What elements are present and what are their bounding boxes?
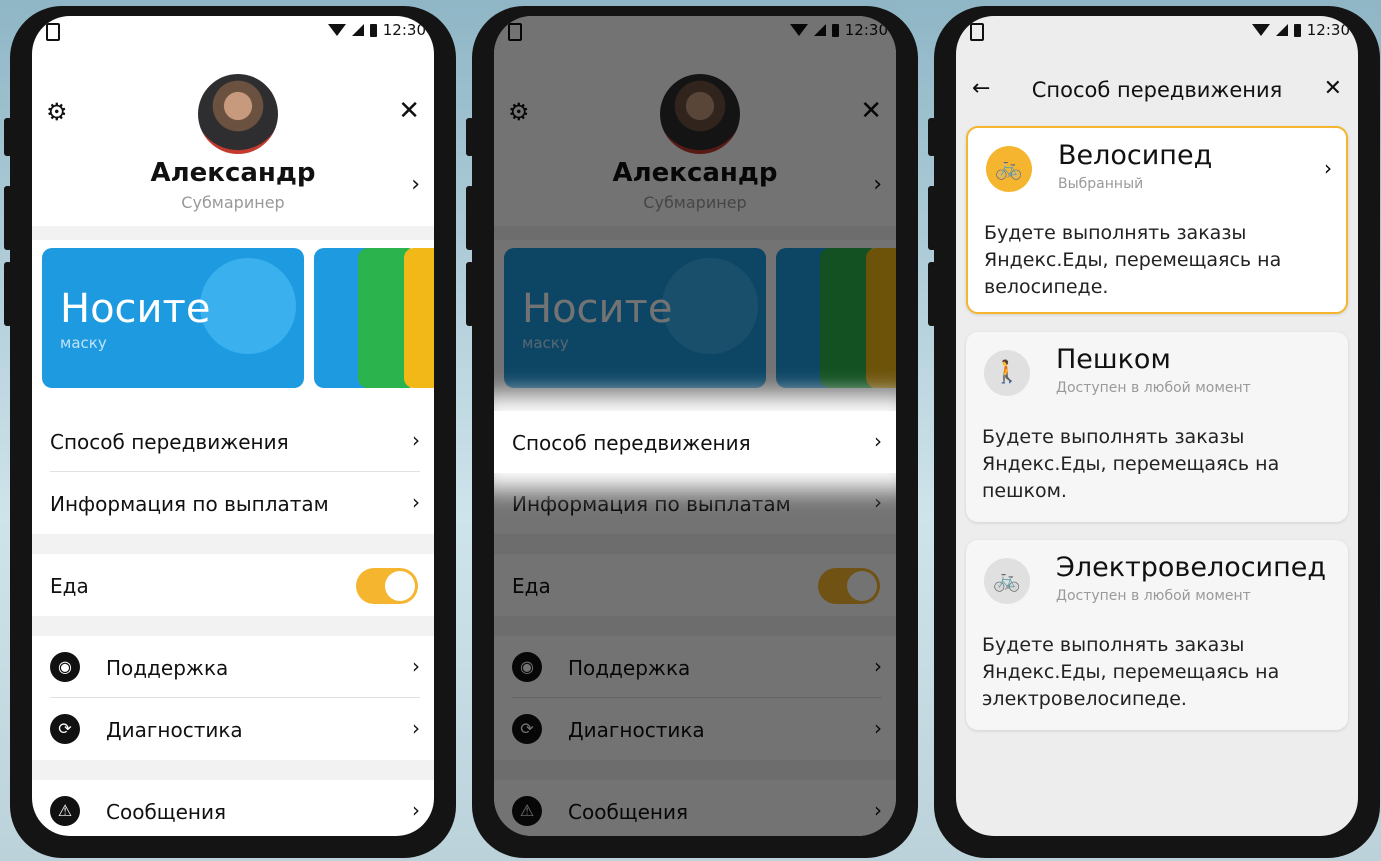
menu-item-transport[interactable]: Способ передвижения › <box>32 410 434 472</box>
refresh-icon: ⟳ <box>50 714 80 744</box>
walking-icon: 🚶 <box>984 350 1030 396</box>
menu-screen-dimmed: 12:30 ⚙ ✕ Александр Субмаринер › Носите … <box>494 16 896 836</box>
profile-subtitle: Субмаринер <box>181 193 285 212</box>
chevron-right-icon: › <box>874 429 882 453</box>
menu-item-messages[interactable]: ⚠Сообщения› <box>32 780 434 836</box>
chevron-right-icon: › <box>1324 156 1332 180</box>
notification-icon <box>46 23 60 41</box>
phone-transport: 12:30 ← Способ передвижения ✕ 🚲 Велосипе… <box>928 6 1380 858</box>
chevron-right-icon[interactable]: › <box>411 172 420 197</box>
chevron-right-icon: › <box>412 428 420 452</box>
status-time: 12:30 <box>382 21 426 39</box>
close-icon[interactable]: ✕ <box>398 96 420 126</box>
menu-screen: 12:30 ⚙ ✕ Александр Субмаринер › Носите … <box>32 16 434 836</box>
battery-icon <box>1293 23 1301 37</box>
avatar[interactable] <box>198 74 278 154</box>
chevron-right-icon: › <box>412 716 420 740</box>
option-title: Электровелосипед <box>1056 552 1327 583</box>
chevron-right-icon: › <box>412 654 420 678</box>
signal-icon <box>1275 24 1288 36</box>
status-time: 12:30 <box>1306 21 1350 39</box>
option-title: Пешком <box>1056 344 1171 375</box>
notification-icon <box>970 23 984 41</box>
menu-item-transport-highlighted[interactable]: Способ передвижения › <box>494 411 896 473</box>
option-status: Выбранный <box>1058 176 1144 192</box>
menu-item-diagnostics[interactable]: ⟳Диагностика› <box>32 698 434 760</box>
chevron-right-icon: › <box>412 490 420 514</box>
story-title: Носите <box>60 286 211 332</box>
transport-screen: 12:30 ← Способ передвижения ✕ 🚲 Велосипе… <box>956 16 1358 836</box>
wifi-icon <box>327 24 346 36</box>
menu-item-food: Еда <box>32 554 434 616</box>
story-card[interactable] <box>404 248 434 388</box>
transport-option-bicycle[interactable]: 🚲 Велосипед Выбранный › Будете выполнять… <box>966 126 1348 314</box>
battery-icon <box>369 23 377 37</box>
headset-icon: ◉ <box>50 652 80 682</box>
warning-icon: ⚠ <box>50 796 80 826</box>
signal-icon <box>351 24 364 36</box>
status-bar: 12:30 <box>956 16 1358 46</box>
gear-icon[interactable]: ⚙ <box>46 98 68 126</box>
phone-menu: 12:30 ⚙ ✕ Александр Субмаринер › Носите … <box>4 6 456 858</box>
transport-option-ebike[interactable]: 🚲 Электровелосипед Доступен в любой моме… <box>966 540 1348 730</box>
phone-menu-highlight: 12:30 ⚙ ✕ Александр Субмаринер › Носите … <box>466 6 918 858</box>
story-card-mask[interactable]: Носите маску <box>42 248 304 388</box>
transport-header: ← Способ передвижения ✕ <box>956 74 1358 114</box>
ebike-icon: 🚲 <box>984 558 1030 604</box>
option-title: Велосипед <box>1058 140 1213 171</box>
menu-item-support[interactable]: ◉Поддержка› <box>32 636 434 698</box>
option-status: Доступен в любой момент <box>1056 380 1251 396</box>
food-toggle[interactable] <box>356 568 418 604</box>
status-bar: 12:30 <box>32 16 434 46</box>
profile-name: Александр <box>150 158 316 188</box>
transport-option-walking[interactable]: 🚶 Пешком Доступен в любой момент Будете … <box>966 332 1348 522</box>
option-description: Будете выполнять заказы Яндекс.Еды, пере… <box>984 222 1282 298</box>
wifi-icon <box>1251 24 1270 36</box>
close-icon[interactable]: ✕ <box>1324 76 1342 101</box>
story-subtitle: маску <box>60 334 107 352</box>
page-title: Способ передвижения <box>1031 78 1283 102</box>
option-description: Будете выполнять заказы Яндекс.Еды, пере… <box>982 634 1280 710</box>
chevron-right-icon: › <box>412 798 420 822</box>
clock-icon <box>200 258 296 354</box>
bicycle-icon: 🚲 <box>986 146 1032 192</box>
option-status: Доступен в любой момент <box>1056 588 1251 604</box>
menu-item-payouts[interactable]: Информация по выплатам› <box>32 472 434 534</box>
option-description: Будете выполнять заказы Яндекс.Еды, пере… <box>982 426 1280 502</box>
